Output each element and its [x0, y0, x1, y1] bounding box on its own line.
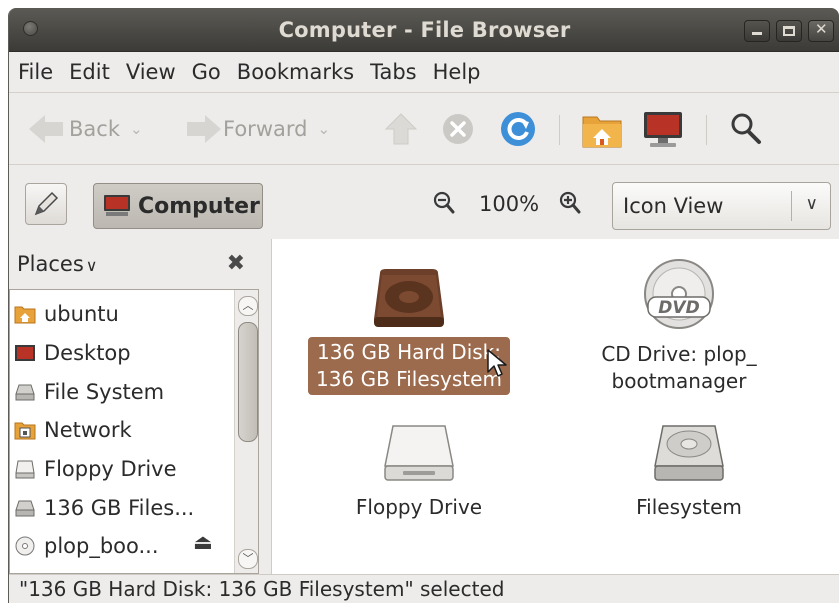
harddisk-icon — [15, 500, 35, 517]
floppy-icon — [15, 460, 35, 479]
chevron-down-icon: ∨ — [805, 194, 818, 214]
sidebar-type-select[interactable]: Places ∨ — [17, 252, 98, 276]
network-icon — [14, 422, 36, 440]
sidebar-item-desktop[interactable]: Desktop — [14, 335, 131, 371]
reload-button[interactable] — [499, 93, 537, 165]
hard-disk-icon — [374, 269, 444, 327]
desktop-icon — [15, 345, 35, 361]
home-button[interactable] — [581, 93, 623, 165]
back-arrow-icon — [29, 115, 45, 143]
menu-bookmarks[interactable]: Bookmarks — [237, 60, 354, 84]
menu-edit[interactable]: Edit — [69, 60, 110, 84]
search-button[interactable] — [729, 93, 763, 165]
view-mode-select[interactable]: Icon View ∨ — [612, 182, 831, 230]
scrollbar-thumb[interactable] — [238, 322, 258, 442]
floppy-drive-icon — [384, 425, 454, 481]
sidebar-item-ubuntu[interactable]: ubuntu — [14, 296, 119, 332]
sidebar-item-network[interactable]: Network — [14, 412, 132, 448]
sidebar-item-floppy-drive[interactable]: Floppy Drive — [14, 451, 177, 487]
places-sidebar: ubuntu Desktop File System Network Flopp… — [9, 289, 259, 574]
file-item-cd-drive[interactable]: DVD CD Drive: plop_ bootmanager — [569, 257, 789, 397]
computer-icon — [104, 195, 130, 216]
window-title: Computer - File Browser — [278, 18, 571, 42]
file-item-filesystem[interactable]: Filesystem — [579, 422, 799, 523]
path-computer-button[interactable]: Computer — [93, 183, 263, 229]
sidebar-item-file-system[interactable]: File System — [14, 374, 164, 410]
status-bar: "136 GB Hard Disk: 136 GB Filesystem" se… — [9, 574, 839, 603]
file-item-floppy-drive[interactable]: Floppy Drive — [309, 422, 529, 523]
forward-button[interactable]: Forward ⌄ — [187, 93, 330, 165]
menu-help[interactable]: Help — [433, 60, 481, 84]
window-controls — [744, 20, 834, 42]
back-history-chevron-icon[interactable]: ⌄ — [130, 120, 143, 138]
chevron-down-icon: ∨ — [85, 256, 98, 275]
svg-text:DVD: DVD — [658, 298, 699, 318]
eject-icon[interactable]: ⏏ — [193, 530, 213, 554]
up-arrow-icon — [384, 113, 418, 145]
zoom-in-icon[interactable] — [559, 191, 581, 220]
minimize-button[interactable] — [744, 20, 770, 42]
file-label: Floppy Drive — [355, 495, 483, 519]
dvd-icon: DVD — [644, 259, 714, 329]
filesystem-icon — [15, 384, 35, 401]
title-bar[interactable]: Computer - File Browser — [9, 8, 839, 52]
menu-bar: File Edit View Go Bookmarks Tabs Help — [9, 53, 839, 91]
status-text: "136 GB Hard Disk: 136 GB Filesystem" se… — [19, 577, 505, 601]
scroll-up-arrow-icon[interactable]: ︿ — [238, 296, 258, 316]
forward-history-chevron-icon[interactable]: ⌄ — [317, 120, 330, 138]
file-browser-window: Computer - File Browser File Edit View G… — [8, 8, 839, 603]
search-icon — [731, 113, 761, 144]
menu-view[interactable]: View — [126, 60, 176, 84]
sidebar-item-136gb-filesystem[interactable]: 136 GB Files... — [14, 490, 194, 526]
location-bar: Computer 100% Icon View ∨ — [9, 164, 839, 238]
reload-icon — [501, 112, 535, 146]
menu-tabs[interactable]: Tabs — [370, 60, 417, 84]
filesystem-drive-icon — [654, 425, 724, 481]
up-button[interactable] — [384, 93, 418, 165]
scroll-down-arrow-icon[interactable]: ﹀ — [238, 549, 258, 569]
pencil-icon — [34, 191, 59, 216]
view-mode-value: Icon View — [623, 194, 724, 218]
sidebar-header: Places ∨ ✖ — [9, 239, 259, 289]
file-label: 136 GB Hard Disk: 136 GB Filesystem — [308, 337, 510, 395]
zoom-out-icon[interactable] — [433, 191, 455, 220]
computer-icon — [644, 112, 682, 147]
back-button[interactable]: Back ⌄ — [29, 93, 143, 165]
close-sidebar-icon[interactable]: ✖ — [227, 251, 245, 276]
toggle-location-entry-button[interactable] — [25, 183, 67, 225]
zoom-level[interactable]: 100% — [479, 192, 539, 216]
menu-go[interactable]: Go — [192, 60, 221, 84]
mouse-pointer-icon — [487, 349, 507, 377]
home-folder-icon — [582, 116, 622, 148]
forward-arrow-icon — [205, 115, 221, 143]
close-button[interactable] — [808, 20, 834, 42]
stop-button[interactable] — [441, 93, 475, 165]
icon-view: 136 GB Hard Disk: 136 GB Filesystem DVD … — [271, 239, 839, 574]
menu-file[interactable]: File — [18, 60, 53, 84]
stop-icon — [443, 114, 473, 144]
sidebar-scrollbar[interactable]: ︿ ﹀ — [234, 290, 258, 573]
cd-icon — [15, 536, 35, 556]
sidebar-item-plop-bootmanager[interactable]: plop_boo... — [14, 528, 159, 564]
file-label: Filesystem — [636, 495, 742, 519]
home-folder-icon — [14, 306, 36, 324]
file-label: CD Drive: plop_ bootmanager — [601, 342, 757, 393]
computer-button[interactable] — [641, 93, 685, 165]
toolbar: Back ⌄ Forward ⌄ — [9, 92, 839, 164]
maximize-button[interactable] — [776, 20, 802, 42]
